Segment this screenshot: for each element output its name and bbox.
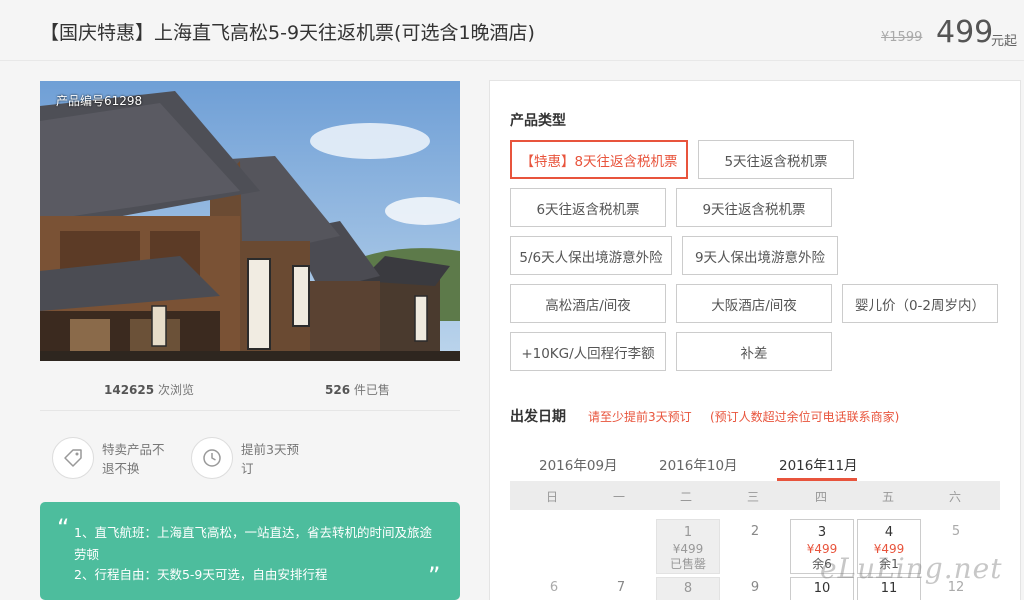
option-9day[interactable]: 9天往返含税机票 <box>676 188 832 227</box>
sold-count-number: 526 <box>325 383 351 397</box>
calendar-day: 2 <box>750 524 760 539</box>
calendar-day: 8 <box>656 577 720 600</box>
product-photo: 产品编号61298 <box>40 81 460 361</box>
option-osaka-hotel[interactable]: 大阪酒店/间夜 <box>676 284 832 323</box>
option-6day[interactable]: 6天往返含税机票 <box>510 188 666 227</box>
option-takamatsu-hotel[interactable]: 高松酒店/间夜 <box>510 284 666 323</box>
highlight-line-2: 2、行程自由：天数5-9天可选，自由安排行程 <box>74 567 328 582</box>
option-supplement[interactable]: 补差 <box>676 332 832 371</box>
feature-no-refund: 特卖产品不退不换 <box>52 437 172 479</box>
calendar-day: 5 <box>951 524 961 539</box>
weekday-sat: 六 <box>948 490 961 504</box>
view-count: 142625 次浏览 <box>104 381 194 398</box>
calendar-day: 1 ¥499 已售罄 <box>656 519 720 574</box>
product-type-label: 产品类型 <box>510 113 566 129</box>
header-divider <box>0 60 1024 61</box>
option-5day[interactable]: 5天往返含税机票 <box>698 140 854 179</box>
sold-count-label: 件已售 <box>353 383 390 397</box>
stats-divider <box>40 410 460 411</box>
view-count-number: 142625 <box>104 383 155 397</box>
calendar-day: 9 <box>750 580 760 595</box>
feature-advance-booking: 提前3天预订 <box>191 437 311 479</box>
feature-no-refund-text: 特卖产品不退不换 <box>102 442 165 476</box>
feature-advance-booking-text: 提前3天预订 <box>241 442 299 476</box>
open-quote-icon: “ <box>57 514 70 542</box>
close-quote-icon: ” <box>428 562 441 590</box>
highlight-line-1: 1、直飞航班：上海直飞高松，一站直达，省去转机的时间及旅途劳顿 <box>74 525 432 562</box>
watermark: eLuLing.net <box>820 552 1003 585</box>
option-insurance-9day[interactable]: 9天人保出境游意外险 <box>682 236 838 275</box>
weekday-wed: 三 <box>746 490 759 504</box>
option-infant-price[interactable]: 婴儿价（0-2周岁内） <box>842 284 998 323</box>
original-price: ¥1599 <box>881 30 923 45</box>
option-extra-luggage[interactable]: +10KG/人回程行李额 <box>510 332 666 371</box>
calendar-day: 6 <box>549 580 559 595</box>
calendar-day: 7 <box>616 580 626 595</box>
sale-price: 499 <box>936 15 994 50</box>
departure-date-label: 出发日期 <box>510 409 566 425</box>
weekday-fri: 五 <box>881 490 894 504</box>
weekday-header: 日 一 二 三 四 五 六 <box>510 481 1000 510</box>
sold-count: 526 件已售 <box>325 381 390 398</box>
highlights-box: “ 1、直飞航班：上海直飞高松，一站直达，省去转机的时间及旅途劳顿 2、行程自由… <box>40 502 460 600</box>
advance-booking-note: 请至少提前3天预订 <box>588 410 692 424</box>
month-tab-2016-09[interactable]: 2016年09月 <box>539 454 618 474</box>
weekday-tue: 二 <box>679 490 692 504</box>
street-photo-image <box>40 81 460 361</box>
seat-limit-note: (预订人数超过余位可电话联系商家) <box>710 410 900 424</box>
booking-panel: 产品类型 【特惠】8天往返含税机票 5天往返含税机票 6天往返含税机票 9天往返… <box>489 80 1021 600</box>
option-insurance-5-6day[interactable]: 5/6天人保出境游意外险 <box>510 236 672 275</box>
price-unit: 元起 <box>991 34 1018 49</box>
month-tab-2016-11[interactable]: 2016年11月 <box>779 454 858 474</box>
view-count-label: 次浏览 <box>157 383 194 397</box>
weekday-mon: 一 <box>612 490 625 504</box>
weekday-sun: 日 <box>545 490 558 504</box>
tag-icon <box>52 437 94 479</box>
product-code: 产品编号61298 <box>56 94 143 108</box>
product-title: 【国庆特惠】上海直飞高松5-9天往返机票(可选含1晚酒店) <box>40 22 535 44</box>
option-special-8day[interactable]: 【特惠】8天往返含税机票 <box>510 140 688 179</box>
clock-icon <box>191 437 233 479</box>
weekday-thu: 四 <box>814 490 827 504</box>
month-tab-2016-10[interactable]: 2016年10月 <box>659 454 738 474</box>
